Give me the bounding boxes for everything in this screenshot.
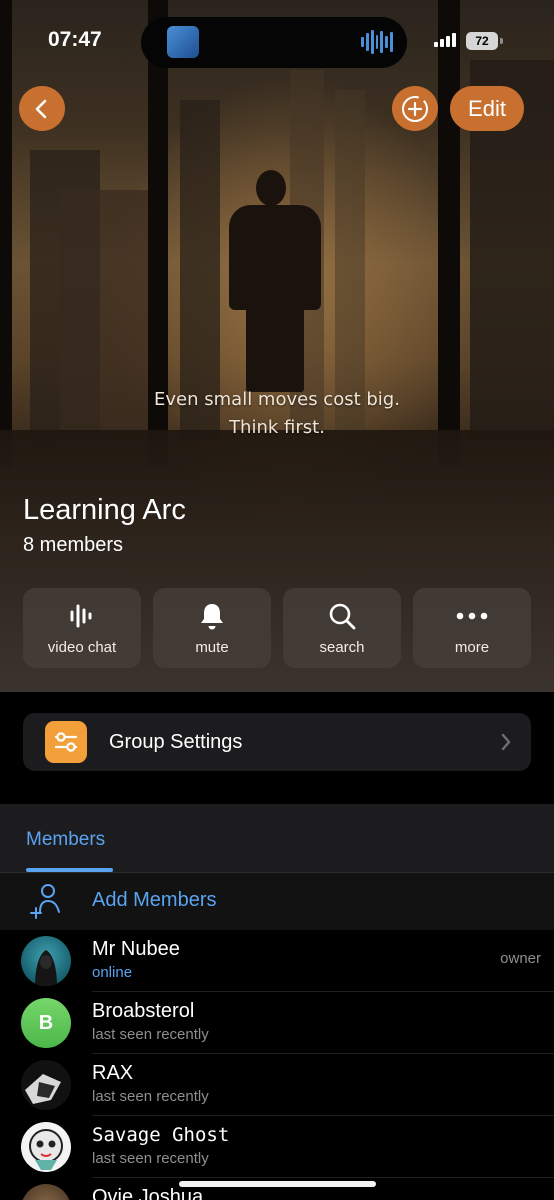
tab-bar: Members: [0, 804, 554, 872]
dynamic-island[interactable]: [141, 17, 407, 68]
bell-icon: [153, 600, 271, 632]
avatar: [21, 1184, 71, 1200]
silhouette-figure: [229, 205, 321, 310]
cover-quote-line: Think first.: [229, 417, 325, 438]
member-status: last seen recently: [92, 1088, 209, 1105]
media-thumbnail: [167, 26, 199, 58]
group-members-count: 8 members: [23, 534, 124, 556]
voice-wave-icon: [23, 600, 141, 632]
list-item[interactable]: Savage Ghost last seen recently: [0, 1116, 554, 1178]
back-button[interactable]: [19, 86, 65, 131]
status-time: 07:47: [48, 28, 102, 51]
group-title: Learning Arc: [23, 494, 186, 526]
plus-circle-icon: [402, 95, 428, 122]
group-settings-row[interactable]: Group Settings: [23, 713, 531, 771]
tab-members[interactable]: Members: [26, 829, 105, 851]
member-role: owner: [500, 950, 541, 967]
signal-icon: [434, 33, 456, 47]
skyline-building: [60, 190, 150, 450]
add-story-button[interactable]: [392, 86, 438, 131]
add-members-button[interactable]: Add Members: [0, 873, 554, 930]
cover-quote-line: Even small moves cost big.: [154, 389, 400, 410]
more-dots-icon: [413, 600, 531, 632]
avatar: [21, 936, 71, 986]
avatar: [21, 1122, 71, 1172]
action-buttons: video chat mute search more: [23, 588, 531, 668]
chevron-left-icon: [35, 99, 47, 118]
silhouette-figure: [256, 170, 286, 206]
settings-label: Group Settings: [109, 731, 243, 753]
member-status: last seen recently: [92, 1026, 209, 1043]
member-status: last seen recently: [92, 1150, 209, 1167]
member-name: Mr Nubee: [92, 938, 180, 960]
more-button[interactable]: more: [413, 588, 531, 668]
avatar: B: [21, 998, 71, 1048]
action-label: mute: [195, 639, 229, 656]
add-members-label: Add Members: [92, 889, 217, 911]
edit-button[interactable]: Edit: [450, 86, 524, 131]
member-name: Savage Ghost: [92, 1124, 230, 1146]
silhouette-figure: [246, 300, 304, 392]
chevron-right-icon: [501, 733, 511, 751]
members-list: Mr Nubee online owner B Broabsterol last…: [0, 930, 554, 1200]
members-panel: Members Add Members Mr Nubee online owne…: [0, 804, 554, 1200]
add-person-icon: [30, 884, 60, 919]
mute-button[interactable]: mute: [153, 588, 271, 668]
battery-tip: [500, 38, 503, 44]
avatar: [21, 1060, 71, 1110]
battery-icon: 72: [466, 32, 498, 50]
list-item[interactable]: Mr Nubee online owner: [0, 930, 554, 992]
list-item[interactable]: RAX last seen recently: [0, 1054, 554, 1116]
skyline-building: [335, 90, 365, 430]
member-name: Ovie Joshua: [92, 1186, 204, 1200]
member-name: RAX: [92, 1062, 134, 1084]
action-label: search: [319, 639, 365, 656]
member-status: online: [92, 964, 133, 981]
home-indicator: [179, 1181, 376, 1187]
list-item[interactable]: B Broabsterol last seen recently: [0, 992, 554, 1054]
audio-wave-icon: [361, 29, 394, 55]
search-icon: [283, 600, 401, 632]
sliders-icon: [45, 721, 87, 763]
video-chat-button[interactable]: video chat: [23, 588, 141, 668]
action-label: video chat: [47, 639, 117, 656]
search-button[interactable]: search: [283, 588, 401, 668]
action-label: more: [454, 639, 490, 656]
member-name: Broabsterol: [92, 1000, 195, 1022]
